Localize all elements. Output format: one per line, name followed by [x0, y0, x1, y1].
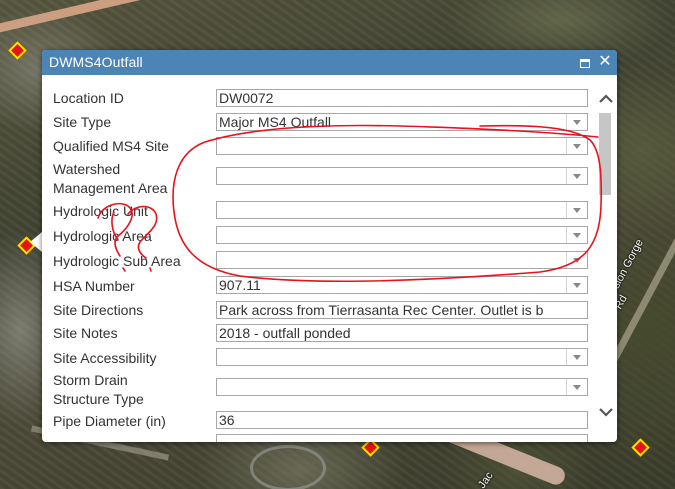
hsa-number-select[interactable]: 907.11: [216, 276, 588, 294]
maximize-button[interactable]: [576, 53, 594, 71]
field-label-site-notes: Site Notes: [53, 325, 118, 341]
scroll-down-button[interactable]: [597, 403, 615, 421]
scroll-up-button[interactable]: [597, 90, 615, 108]
feature-popup: DWMS4Outfall ✕ Location ID DW0072 Site T…: [42, 50, 617, 442]
popup-title: DWMS4Outfall: [49, 54, 143, 70]
chevron-down-icon[interactable]: [566, 227, 587, 243]
site-directions-input[interactable]: Park across from Tierrasanta Rec Center.…: [216, 301, 588, 319]
field-label-watershed-line1: Watershed: [53, 161, 121, 177]
site-type-value: Major MS4 Outfall: [219, 114, 332, 130]
field-label-site-directions: Site Directions: [53, 302, 144, 318]
pipe-diameter-input[interactable]: 36: [216, 411, 588, 429]
field-label-site-type: Site Type: [53, 114, 112, 130]
field-label-hydrologic-area: Hydrologic Area: [53, 228, 152, 244]
field-label-storm-drain-line2: Structure Type: [53, 391, 144, 407]
maximize-icon: [580, 58, 590, 68]
field-label-hsa-number: HSA Number: [53, 278, 135, 294]
field-label-watershed-line2: Management Area: [53, 180, 168, 196]
map-road: [0, 0, 189, 41]
outfall-marker-icon[interactable]: [631, 438, 650, 457]
qualified-ms4-site-select[interactable]: [216, 137, 588, 155]
location-id-input[interactable]: DW0072: [216, 89, 588, 107]
site-type-select[interactable]: Major MS4 Outfall: [216, 113, 588, 131]
field-label-site-accessibility: Site Accessibility: [53, 350, 157, 366]
field-label-hydrologic-unit: Hydrologic Unit: [53, 203, 148, 219]
popup-pointer: [30, 232, 42, 252]
popup-titlebar[interactable]: DWMS4Outfall ✕: [42, 50, 617, 75]
site-notes-input[interactable]: 2018 - outfall ponded: [216, 324, 588, 342]
field-label-qualified-ms4-site: Qualified MS4 Site: [53, 138, 169, 154]
street-label-jac: Jac: [476, 469, 496, 489]
chevron-down-icon[interactable]: [566, 168, 587, 184]
chevron-up-icon: [599, 94, 613, 103]
field-label-location-id: Location ID: [53, 90, 124, 106]
hydrologic-sub-area-select[interactable]: [216, 251, 588, 269]
chevron-down-icon[interactable]: [566, 349, 587, 365]
watershed-management-area-select[interactable]: [216, 167, 588, 185]
hsa-number-value: 907.11: [219, 277, 261, 293]
field-label-pipe-diameter: Pipe Diameter (in): [53, 413, 166, 429]
site-accessibility-select[interactable]: [216, 348, 588, 366]
map-parking-loop: [250, 445, 326, 489]
hydrologic-area-select[interactable]: [216, 226, 588, 244]
chevron-down-icon[interactable]: [566, 379, 587, 395]
outfall-marker-icon[interactable]: [8, 41, 27, 60]
popup-scrollbar[interactable]: [595, 75, 617, 442]
close-icon: ✕: [598, 53, 612, 70]
chevron-down-icon[interactable]: [566, 252, 587, 268]
chevron-down-icon: [599, 408, 613, 417]
attribute-form: Location ID DW0072 Site Type Major MS4 O…: [42, 75, 595, 442]
chevron-down-icon[interactable]: [566, 114, 587, 130]
field-label-hydrologic-sub-area: Hydrologic Sub Area: [53, 253, 181, 269]
chevron-down-icon[interactable]: [566, 138, 587, 154]
chevron-down-icon[interactable]: [566, 202, 587, 218]
next-field-partial[interactable]: [216, 434, 588, 442]
storm-drain-structure-type-select[interactable]: [216, 378, 588, 396]
scrollbar-thumb[interactable]: [599, 113, 611, 195]
hydrologic-unit-select[interactable]: [216, 201, 588, 219]
field-label-storm-drain-line1: Storm Drain: [53, 372, 128, 388]
close-button[interactable]: ✕: [596, 53, 614, 71]
chevron-down-icon[interactable]: [566, 277, 587, 293]
